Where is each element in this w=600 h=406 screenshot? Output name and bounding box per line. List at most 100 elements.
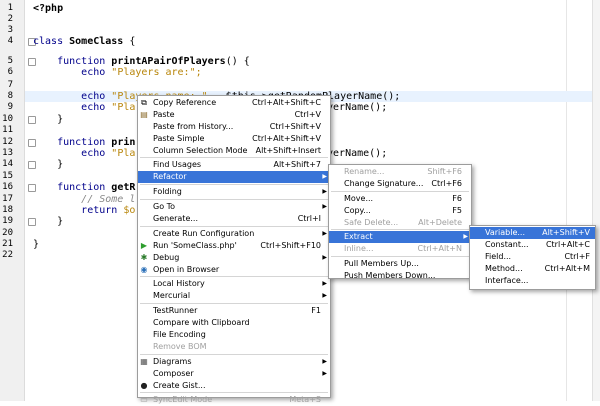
menu-item-label: Pull Members Up...: [344, 259, 419, 269]
code-line: function getR: [33, 182, 135, 193]
line-number: 14: [2, 159, 13, 169]
keyword: echo: [81, 91, 106, 102]
submenu-arrow-icon: ▶: [322, 173, 327, 181]
code-line: }: [33, 159, 63, 170]
keyword: function: [57, 56, 106, 67]
menu-item-label: Rename...: [344, 167, 385, 176]
submenu-arrow-icon: ▶: [322, 229, 327, 237]
menu-item-shortcut: F5: [452, 205, 462, 215]
menu-item-shortcut: F6: [452, 193, 462, 203]
menu-separator: [140, 353, 328, 355]
menu-item-variable[interactable]: Variable... Alt+Shift+V: [470, 227, 595, 239]
menu-separator: [140, 276, 328, 278]
menu-separator: [331, 256, 469, 258]
menu-item-shortcut: Ctrl+Alt+M: [544, 263, 590, 273]
syncedit-icon: ▭: [140, 395, 148, 405]
menu-item-compare-with-clipboard[interactable]: Compare with Clipboard: [138, 317, 330, 329]
menu-item-generate[interactable]: Generate... Ctrl+I: [138, 213, 330, 225]
line-number: 21: [2, 239, 13, 249]
diagram-icon: ▦: [140, 356, 148, 366]
menu-item-go-to[interactable]: Go To ▶: [138, 201, 330, 213]
menu-item-field[interactable]: Field... Ctrl+F: [470, 251, 595, 263]
menu-item-change-signature[interactable]: Change Signature... Ctrl+F6: [329, 178, 471, 190]
menu-item-label: Remove BOM: [153, 341, 207, 351]
brace: {: [129, 36, 136, 47]
menu-item-shortcut: F1: [311, 306, 321, 316]
menu-item-shortcut: Shift+F6: [427, 167, 462, 176]
menu-item-folding[interactable]: Folding ▶: [138, 186, 330, 198]
line-number: 16: [2, 182, 13, 192]
menu-item-file-encoding[interactable]: File Encoding: [138, 329, 330, 341]
line-number: 22: [2, 250, 13, 260]
menu-item-shortcut: Alt+Shift+V: [542, 228, 590, 237]
menu-item-move[interactable]: Move... F6: [329, 193, 471, 205]
menu-item-create-run-configuration[interactable]: Create Run Configuration ▶: [138, 228, 330, 240]
menu-separator: [331, 190, 469, 192]
menu-item-safe-delete[interactable]: Safe Delete... Alt+Delete: [329, 217, 471, 229]
menu-item-method[interactable]: Method... Ctrl+Alt+M: [470, 263, 595, 275]
menu-item-label: Constant...: [485, 239, 529, 249]
menu-item-find-usages[interactable]: Find Usages Alt+Shift+7: [138, 159, 330, 171]
menu-item-label: Find Usages: [153, 160, 202, 170]
line-number: 12: [2, 137, 13, 147]
menu-item-label: Generate...: [153, 214, 198, 224]
string-literal: "Players are:";: [111, 67, 202, 78]
keyword: echo: [81, 148, 106, 159]
menu-item-label: Go To: [153, 202, 176, 212]
code-line: echo "Pla ayerName();: [33, 148, 387, 159]
menu-item-constant[interactable]: Constant... Ctrl+Alt+C: [470, 239, 595, 251]
menu-item-pull-members-up[interactable]: Pull Members Up...: [329, 258, 471, 270]
menu-item-syncedit-mode[interactable]: ▭ SyncEdit Mode Meta+S: [138, 394, 330, 406]
submenu-arrow-icon: ▶: [322, 357, 327, 365]
error-stripe[interactable]: [592, 0, 600, 401]
menu-item-label: Copy Reference: [153, 98, 217, 107]
line-number: 4: [7, 36, 13, 46]
class-name: SomeClass: [69, 36, 124, 47]
menu-item-label: Method...: [485, 263, 523, 273]
menu-item-label: Open in Browser: [153, 264, 220, 274]
menu-item-copy[interactable]: Copy... F5: [329, 205, 471, 217]
menu-item-extract[interactable]: Extract ▶: [329, 231, 471, 244]
menu-item-push-members-down[interactable]: Push Members Down...: [329, 270, 471, 282]
code-line: echo "Pla ayerName();: [33, 102, 387, 113]
menu-item-label: Safe Delete...: [344, 217, 399, 227]
menu-item-local-history[interactable]: Local History ▶: [138, 278, 330, 290]
menu-separator: [140, 184, 328, 186]
debug-icon: ✱: [140, 252, 148, 262]
menu-item-paste-simple[interactable]: Paste Simple Ctrl+Alt+Shift+V: [138, 133, 330, 145]
menu-item-run[interactable]: ▶ Run 'SomeClass.php' Ctrl+Shift+F10: [138, 240, 330, 252]
menu-item-paste[interactable]: ▤ Paste Ctrl+V: [138, 109, 330, 121]
string-literal: "Pla: [111, 148, 136, 159]
menu-item-create-gist[interactable]: ● Create Gist...: [138, 380, 330, 392]
line-number: 3: [7, 25, 13, 35]
code-line: }: [33, 239, 39, 250]
menu-item-testrunner[interactable]: TestRunner F1: [138, 305, 330, 317]
menu-separator: [140, 303, 328, 305]
menu-item-diagrams[interactable]: ▦ Diagrams ▶: [138, 356, 330, 368]
menu-item-mercurial[interactable]: Mercurial ▶: [138, 290, 330, 302]
keyword: function: [57, 137, 106, 148]
keyword: function: [57, 182, 106, 193]
menu-separator: [331, 229, 469, 231]
menu-item-rename[interactable]: Rename... Shift+F6: [329, 166, 471, 178]
menu-item-open-in-browser[interactable]: ◉ Open in Browser: [138, 264, 330, 276]
menu-item-debug[interactable]: ✱ Debug ▶: [138, 252, 330, 264]
menu-item-label: Variable...: [485, 228, 526, 237]
menu-item-copy-reference[interactable]: ⧉ Copy Reference Ctrl+Alt+Shift+C: [138, 97, 330, 109]
menu-item-inline[interactable]: Inline... Ctrl+Alt+N: [329, 243, 471, 255]
line-number: 6: [7, 67, 13, 77]
brace: }: [57, 114, 64, 125]
php-open-tag: <?php: [33, 3, 64, 14]
menu-item-composer[interactable]: Composer ▶: [138, 368, 330, 380]
menu-item-interface[interactable]: Interface...: [470, 275, 595, 287]
menu-item-refactor[interactable]: Refactor ▶: [138, 171, 330, 184]
menu-item-label: Push Members Down...: [344, 271, 436, 281]
menu-item-column-selection-mode[interactable]: Column Selection Mode Alt+Shift+Insert: [138, 145, 330, 157]
menu-item-remove-bom[interactable]: Remove BOM: [138, 341, 330, 353]
menu-item-paste-from-history[interactable]: Paste from History... Ctrl+Shift+V: [138, 121, 330, 133]
line-number: 2: [7, 14, 13, 24]
menu-item-shortcut: Ctrl+Shift+F10: [260, 240, 321, 250]
code-text: $o: [117, 205, 136, 216]
code-line: <?php: [33, 3, 63, 14]
menu-separator: [140, 199, 328, 201]
